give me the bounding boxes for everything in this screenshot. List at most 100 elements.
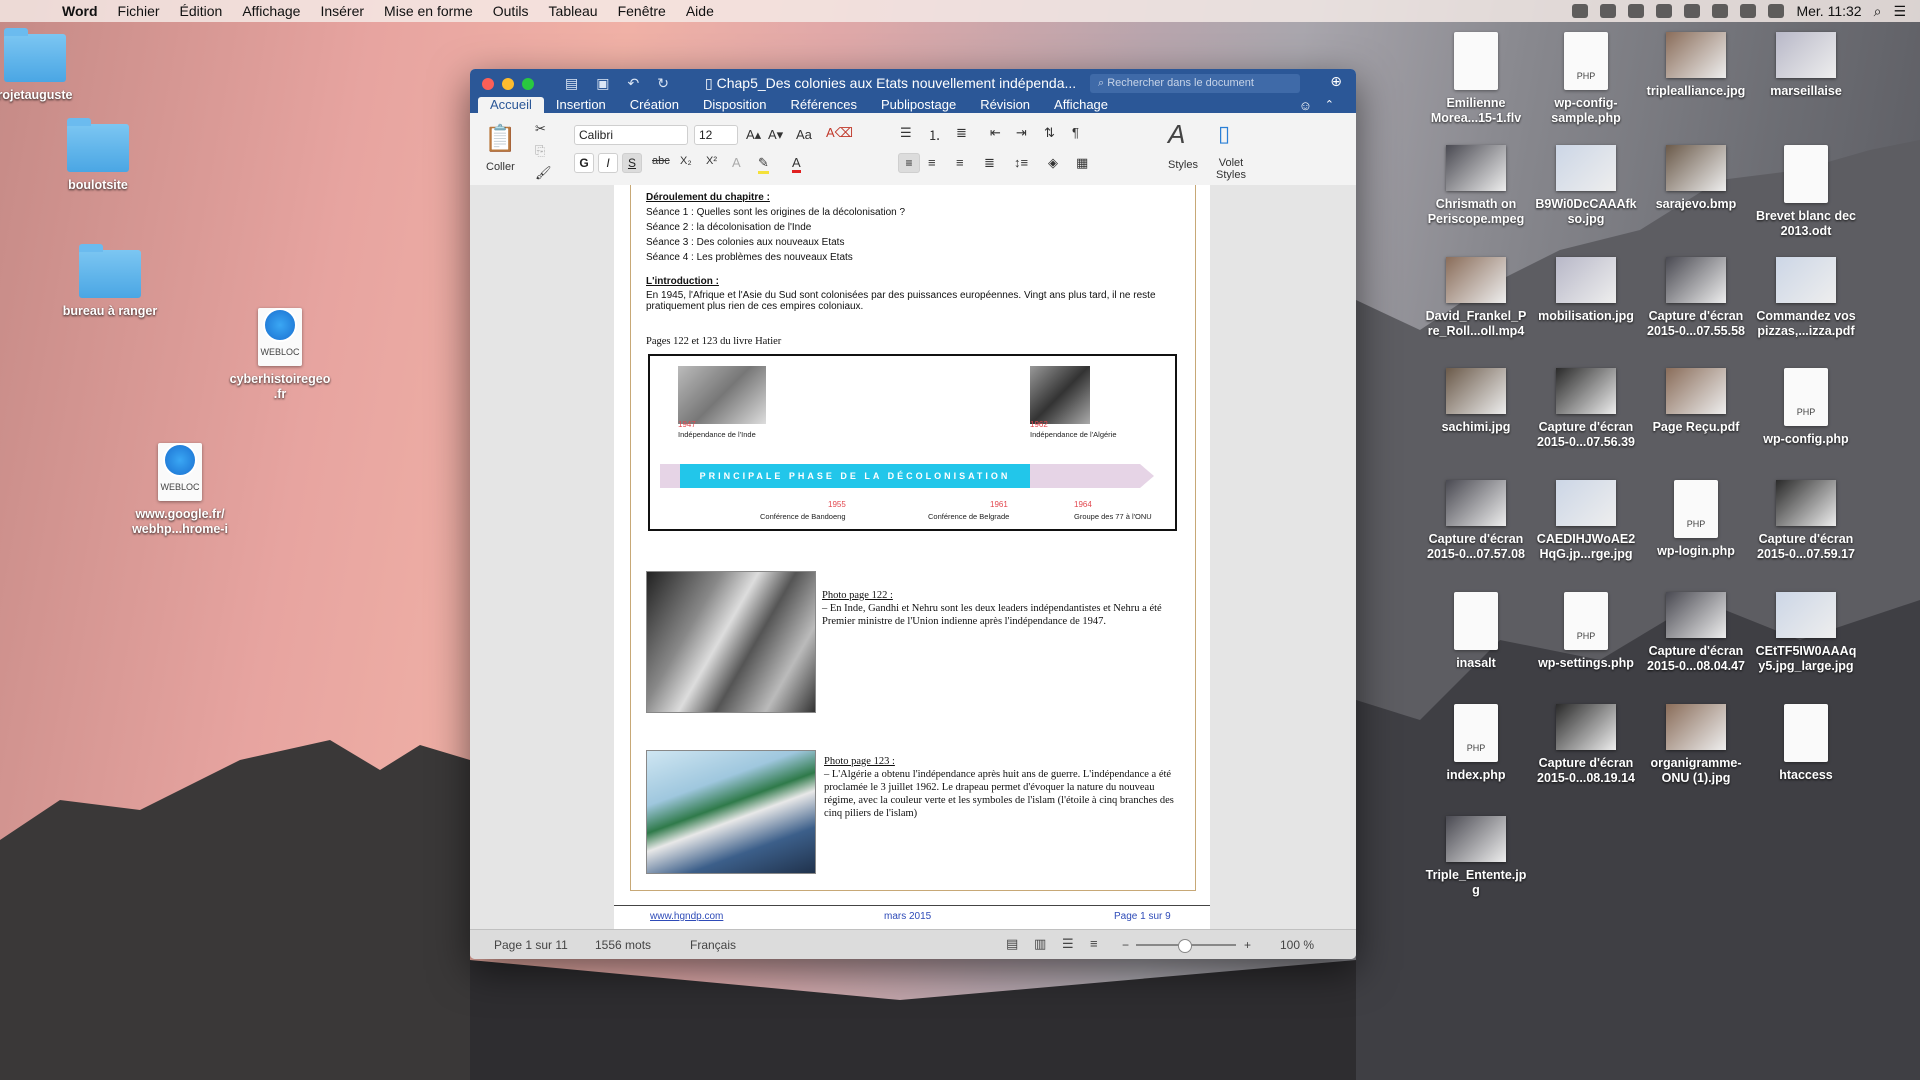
search-field[interactable]: ⌕ Rechercher dans le document bbox=[1090, 74, 1300, 93]
eject-icon[interactable] bbox=[1656, 4, 1673, 18]
justify-icon[interactable]: ≣ bbox=[984, 155, 995, 171]
desktop-file[interactable]: Capture d'écran 2015-0...07.59.17 bbox=[1751, 480, 1861, 562]
menu-app-word[interactable]: Word bbox=[52, 3, 108, 19]
desktop-file[interactable]: organigramme- ONU (1).jpg bbox=[1641, 704, 1751, 786]
shading-icon[interactable]: ◈ bbox=[1048, 155, 1058, 171]
document-area[interactable]: Déroulement du chapitre : Séance 1 : Que… bbox=[470, 185, 1356, 929]
desktop-file[interactable]: Emilienne Morea...15-1.flv bbox=[1421, 32, 1531, 126]
styles-pane-icon[interactable]: ▯ bbox=[1218, 121, 1230, 147]
underline-button[interactable]: S bbox=[622, 153, 642, 173]
desktop-folder[interactable]: rojetauguste bbox=[0, 28, 90, 103]
draft-view-icon[interactable]: ≡ bbox=[1090, 936, 1098, 951]
cloud-icon[interactable] bbox=[1572, 4, 1589, 18]
menu-fichier[interactable]: Fichier bbox=[108, 3, 170, 19]
menu-affichage[interactable]: Affichage bbox=[232, 3, 310, 19]
desktop-file[interactable]: triplealliance.jpg bbox=[1641, 32, 1751, 99]
copy-icon[interactable]: ⎘ bbox=[535, 143, 545, 159]
desktop-file[interactable]: Capture d'écran 2015-0...07.56.39 bbox=[1531, 368, 1641, 450]
desktop-file[interactable]: marseillaise bbox=[1751, 32, 1861, 99]
desktop-file[interactable]: CEtTF5IW0AAAq y5.jpg_large.jpg bbox=[1751, 592, 1861, 674]
show-formatting-icon[interactable]: ¶ bbox=[1072, 125, 1079, 140]
sidebar-toggle-icon[interactable]: ▤ bbox=[565, 75, 578, 92]
status-page-count[interactable]: Page 1 sur 11 bbox=[494, 938, 568, 952]
menu-aide[interactable]: Aide bbox=[676, 3, 724, 19]
format-painter-icon[interactable]: 🖌 bbox=[535, 165, 552, 181]
zoom-window-button[interactable] bbox=[522, 78, 534, 90]
desktop-file[interactable]: PHP wp-login.php bbox=[1641, 480, 1751, 559]
desktop-file[interactable]: sachimi.jpg bbox=[1421, 368, 1531, 435]
save-icon[interactable]: ▣ bbox=[596, 75, 609, 92]
menu-outils[interactable]: Outils bbox=[483, 3, 539, 19]
subscript-icon[interactable]: X₂ bbox=[680, 155, 692, 167]
desktop-file[interactable]: David_Frankel_P re_Roll...oll.mp4 bbox=[1421, 257, 1531, 339]
wifi-icon[interactable] bbox=[1740, 4, 1757, 18]
desktop-file[interactable]: Capture d'écran 2015-0...08.04.47 bbox=[1641, 592, 1751, 674]
volume-icon[interactable] bbox=[1768, 4, 1785, 18]
desktop-file[interactable]: CAEDIHJWoAE2 HqG.jp...rge.jpg bbox=[1531, 480, 1641, 562]
collapse-ribbon-icon[interactable]: ⌃ bbox=[1325, 98, 1334, 111]
notification-center-icon[interactable]: ☰ bbox=[1893, 3, 1906, 20]
decrease-indent-icon[interactable]: ⇤ bbox=[990, 125, 1001, 141]
sort-icon[interactable]: ⇅ bbox=[1044, 125, 1055, 141]
zoom-in-icon[interactable]: + bbox=[1244, 938, 1251, 952]
styles-label[interactable]: Styles bbox=[1168, 159, 1198, 171]
align-left-button[interactable]: ≡ bbox=[898, 153, 920, 173]
font-size-select[interactable]: 12 bbox=[694, 125, 738, 145]
paste-label[interactable]: Coller bbox=[486, 161, 515, 173]
share-person-icon[interactable]: ⊕ bbox=[1330, 73, 1342, 90]
desktop-file[interactable]: Capture d'écran 2015-0...08.19.14 bbox=[1531, 704, 1641, 786]
status-word-count[interactable]: 1556 mots bbox=[595, 938, 651, 952]
styles-pane-label[interactable]: Volet Styles bbox=[1216, 157, 1246, 181]
desktop-file[interactable]: Capture d'écran 2015-0...07.57.08 bbox=[1421, 480, 1531, 562]
footer-website-link[interactable]: www.hgndp.com bbox=[650, 911, 723, 922]
desktop-file[interactable]: Capture d'écran 2015-0...07.55.58 bbox=[1641, 257, 1751, 339]
font-name-select[interactable]: Calibri bbox=[574, 125, 688, 145]
desktop-folder[interactable]: boulotsite bbox=[43, 118, 153, 193]
desktop-file[interactable]: sarajevo.bmp bbox=[1641, 145, 1751, 212]
web-layout-view-icon[interactable]: ▥ bbox=[1034, 936, 1046, 952]
cut-icon[interactable]: ✂ bbox=[535, 121, 546, 137]
bullets-icon[interactable]: ☰ bbox=[900, 125, 912, 141]
bold-button[interactable]: G bbox=[574, 153, 594, 173]
desktop-file[interactable]: Brevet blanc dec 2013.odt bbox=[1751, 145, 1861, 239]
desktop-file[interactable]: Page Reçu.pdf bbox=[1641, 368, 1751, 435]
menu-mise-en-forme[interactable]: Mise en forme bbox=[374, 3, 483, 19]
menu-inserer[interactable]: Insérer bbox=[310, 3, 374, 19]
redo-icon[interactable]: ↻ bbox=[657, 75, 669, 92]
desktop-webloc[interactable]: WEBLOC cyberhistoiregeo .fr bbox=[225, 298, 335, 402]
menubar-clock[interactable]: Mer. 11:32 bbox=[1796, 3, 1861, 19]
grow-font-icon[interactable]: A▴ bbox=[746, 127, 761, 143]
menu-fenetre[interactable]: Fenêtre bbox=[608, 3, 676, 19]
desktop-file[interactable]: htaccess bbox=[1751, 704, 1861, 783]
clear-formatting-icon[interactable]: A⌫ bbox=[826, 125, 853, 141]
align-right-icon[interactable]: ≡ bbox=[956, 155, 964, 170]
numbering-icon[interactable]: ⒈ bbox=[928, 125, 941, 144]
spotlight-icon[interactable]: ⌕ bbox=[1874, 3, 1882, 20]
outline-view-icon[interactable]: ☰ bbox=[1062, 936, 1074, 952]
styles-icon[interactable]: A bbox=[1168, 119, 1185, 150]
align-center-icon[interactable]: ≡ bbox=[928, 155, 936, 170]
document-page[interactable]: Déroulement du chapitre : Séance 1 : Que… bbox=[614, 185, 1210, 929]
highlight-icon[interactable]: ✎ bbox=[758, 155, 769, 174]
desktop-file[interactable]: B9Wi0DcCAAAfk so.jpg bbox=[1531, 145, 1641, 227]
print-layout-view-icon[interactable]: ▤ bbox=[1006, 936, 1018, 952]
dropbox-icon[interactable] bbox=[1600, 4, 1617, 18]
increase-indent-icon[interactable]: ⇥ bbox=[1016, 125, 1027, 141]
bluetooth-icon[interactable] bbox=[1712, 4, 1729, 18]
borders-icon[interactable]: ▦ bbox=[1076, 155, 1088, 171]
time-machine-icon[interactable] bbox=[1684, 4, 1701, 18]
desktop-folder[interactable]: bureau à ranger bbox=[55, 244, 165, 319]
shrink-font-icon[interactable]: A▾ bbox=[768, 127, 783, 143]
zoom-slider-handle[interactable] bbox=[1178, 939, 1192, 953]
desktop-file[interactable]: mobilisation.jpg bbox=[1531, 257, 1641, 324]
minimize-window-button[interactable] bbox=[502, 78, 514, 90]
superscript-icon[interactable]: X² bbox=[706, 155, 717, 167]
desktop-file[interactable]: Commandez vos pizzas,...izza.pdf bbox=[1751, 257, 1861, 339]
zoom-out-icon[interactable]: − bbox=[1122, 938, 1129, 952]
airplay-icon[interactable] bbox=[1628, 4, 1645, 18]
desktop-file[interactable]: PHP wp-config- sample.php bbox=[1531, 32, 1641, 126]
paste-icon[interactable]: 📋 bbox=[484, 123, 516, 154]
desktop-file[interactable]: PHP index.php bbox=[1421, 704, 1531, 783]
multilevel-list-icon[interactable]: ≣ bbox=[956, 125, 967, 141]
strikethrough-icon[interactable]: abc bbox=[652, 155, 670, 167]
